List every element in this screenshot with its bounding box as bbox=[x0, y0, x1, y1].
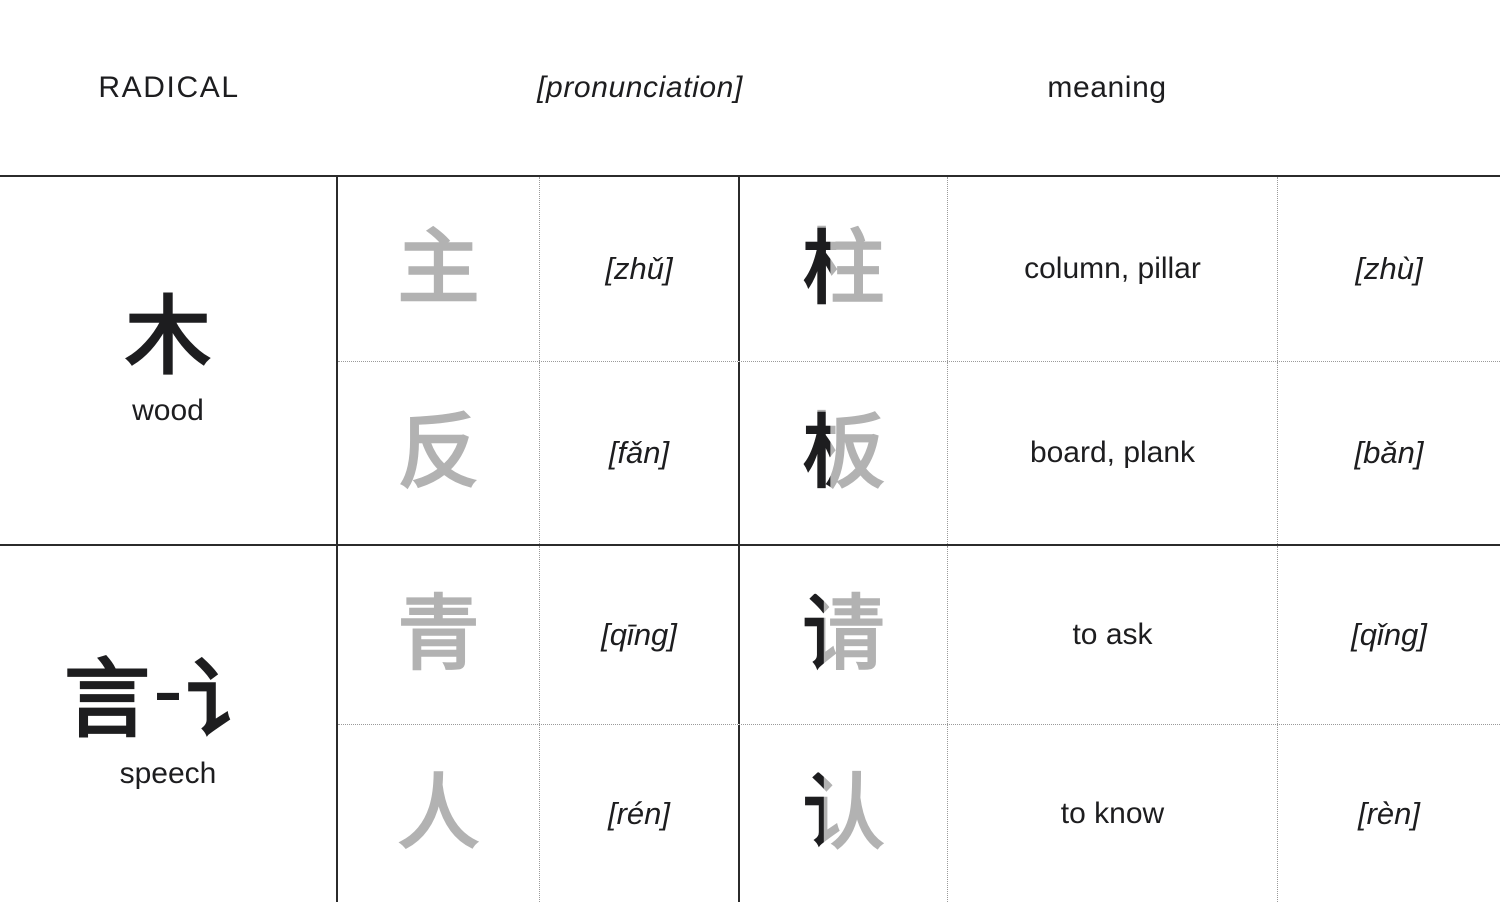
header-meaning: meaning bbox=[1047, 71, 1167, 104]
phonetic-pronunciation: [rén] bbox=[607, 795, 671, 831]
table-row: 人 [rén] 认 认 to know [rèn] bbox=[338, 724, 1500, 902]
example-rows: 青 [qīng] 请 请 to ask [qǐng] 人 [rén] 认 认 t… bbox=[338, 546, 1500, 902]
phonetic-pronunciation: [fǎn] bbox=[608, 434, 670, 470]
compound-base: 认 bbox=[802, 765, 885, 861]
meaning-text: column, pillar bbox=[1024, 251, 1201, 285]
phonetic-pronunciation-cell: [qīng] bbox=[540, 546, 740, 724]
meaning-cell: board, plank bbox=[948, 361, 1278, 544]
radical-cell: 木 wood bbox=[0, 177, 338, 544]
radical-separator-dash: – bbox=[154, 661, 182, 726]
compound-character: 板 板 bbox=[802, 404, 885, 500]
radical-group: 木 wood 主 [zhǔ] 柱 柱 column, pillar [zhù] … bbox=[0, 177, 1500, 544]
compound-character-cell: 板 板 bbox=[740, 361, 948, 544]
table-row: 主 [zhǔ] 柱 柱 column, pillar [zhù] bbox=[338, 177, 1500, 361]
phonetic-cell: 青 bbox=[338, 546, 540, 724]
meaning-text: board, plank bbox=[1029, 435, 1196, 469]
phonetic-pronunciation: [zhǔ] bbox=[605, 250, 673, 286]
table-row: 青 [qīng] 请 请 to ask [qǐng] bbox=[338, 546, 1500, 724]
radical-variant-character: 讠 bbox=[186, 650, 272, 750]
meaning-text: to know bbox=[1060, 796, 1165, 830]
compound-pronunciation-cell: [zhù] bbox=[1278, 177, 1500, 361]
phonetic-character: 反 bbox=[397, 404, 480, 500]
phonetic-character: 青 bbox=[397, 587, 480, 682]
meaning-cell: column, pillar bbox=[948, 177, 1278, 361]
compound-character-cell: 请 请 bbox=[740, 546, 948, 724]
compound-base: 请 bbox=[802, 587, 885, 682]
compound-character: 柱 柱 bbox=[802, 220, 885, 316]
radical-table: 木 wood 主 [zhǔ] 柱 柱 column, pillar [zhù] … bbox=[0, 175, 1500, 902]
compound-character: 认 认 bbox=[802, 765, 885, 861]
compound-pronunciation-cell: [bǎn] bbox=[1278, 362, 1500, 545]
compound-pronunciation: [bǎn] bbox=[1354, 434, 1424, 470]
radical-group: 言 – 讠 speech 青 [qīng] 请 请 to ask [qǐng] … bbox=[0, 544, 1500, 902]
radical-cell: 言 – 讠 speech bbox=[0, 546, 338, 902]
phonetic-pronunciation-cell: [rén] bbox=[540, 725, 740, 902]
compound-character-cell: 认 认 bbox=[740, 725, 948, 902]
phonetic-pronunciation: [qīng] bbox=[601, 617, 677, 652]
radical-character: 言 bbox=[64, 650, 150, 750]
compound-pronunciation-cell: [qǐng] bbox=[1278, 546, 1500, 724]
phonetic-cell: 反 bbox=[338, 361, 540, 544]
radical-table-page: RADICAL [pronunciation] meaning 木 wood 主 bbox=[0, 0, 1500, 902]
header-pronunciation: [pronunciation] bbox=[537, 71, 743, 104]
compound-character: 请 请 bbox=[802, 594, 884, 676]
phonetic-character: 人 bbox=[397, 765, 480, 861]
phonetic-character: 主 bbox=[397, 220, 480, 316]
table-header: RADICAL [pronunciation] meaning bbox=[0, 0, 1500, 175]
meaning-cell: to know bbox=[948, 725, 1278, 902]
meaning-cell: to ask bbox=[948, 546, 1278, 724]
compound-pronunciation: [zhù] bbox=[1355, 250, 1423, 286]
radical-glyph: 言 – 讠 bbox=[64, 657, 272, 743]
radical-glyph: 木 bbox=[125, 294, 211, 380]
phonetic-pronunciation-cell: [zhǔ] bbox=[540, 177, 740, 361]
compound-pronunciation-cell: [rèn] bbox=[1278, 725, 1500, 902]
compound-base: 板 bbox=[802, 404, 885, 500]
meaning-text: to ask bbox=[1072, 618, 1153, 651]
header-radical: RADICAL bbox=[98, 71, 240, 104]
compound-pronunciation: [qǐng] bbox=[1351, 617, 1427, 652]
compound-base: 柱 bbox=[802, 220, 885, 316]
compound-character-cell: 柱 柱 bbox=[740, 177, 948, 361]
radical-meaning-label: wood bbox=[132, 393, 204, 427]
phonetic-cell: 主 bbox=[338, 177, 540, 361]
radical-character: 木 bbox=[125, 286, 211, 387]
radical-meaning-label: speech bbox=[119, 757, 217, 790]
phonetic-pronunciation-cell: [fǎn] bbox=[540, 361, 740, 544]
example-rows: 主 [zhǔ] 柱 柱 column, pillar [zhù] 反 [fǎn]… bbox=[338, 177, 1500, 544]
table-row: 反 [fǎn] 板 板 board, plank [bǎn] bbox=[338, 360, 1500, 545]
phonetic-cell: 人 bbox=[338, 725, 540, 902]
compound-pronunciation: [rèn] bbox=[1357, 795, 1421, 831]
